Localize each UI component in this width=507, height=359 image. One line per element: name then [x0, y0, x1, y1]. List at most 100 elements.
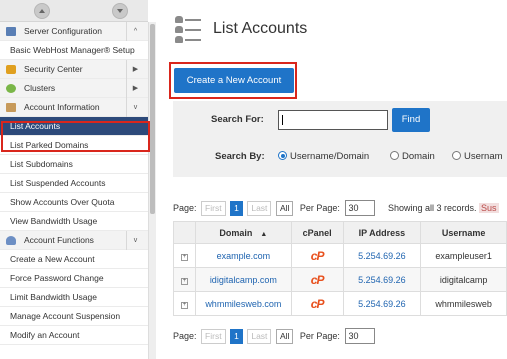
- column-header-ip-address[interactable]: IP Address: [342, 221, 422, 244]
- chevron-up-icon[interactable]: ^: [126, 22, 144, 41]
- ip-address-link[interactable]: 5.254.69.26: [342, 243, 422, 268]
- radio-label: Username/Domain: [290, 151, 370, 162]
- domain-link[interactable]: idigitalcamp.com: [194, 267, 292, 292]
- sidebar-category-clusters[interactable]: Clusters ▶: [0, 79, 148, 98]
- domain-link[interactable]: example.com: [194, 243, 292, 268]
- sidebar-item-label: Limit Bandwidth Usage: [10, 292, 97, 302]
- cluster-icon: [6, 84, 16, 93]
- sidebar-item-limit-bandwidth-usage[interactable]: Limit Bandwidth Usage: [0, 288, 148, 307]
- first-page-button[interactable]: First: [201, 200, 226, 216]
- sidebar-category-server-configuration[interactable]: Server Configuration ^: [0, 22, 148, 41]
- sidebar-item-list-subdomains[interactable]: List Subdomains: [0, 155, 148, 174]
- chevron-right-icon[interactable]: ▶: [126, 79, 144, 98]
- sidebar-item-manage-account-suspension[interactable]: Manage Account Suspension: [0, 307, 148, 326]
- table-header-row: Domain ▲ cPanel IP Address Username: [173, 221, 507, 244]
- sidebar-item-label: List Parked Domains: [10, 140, 89, 150]
- column-header-username[interactable]: Username: [420, 221, 507, 244]
- per-page-input[interactable]: 30: [345, 200, 376, 216]
- per-page-input[interactable]: 30: [345, 328, 376, 344]
- radio-username[interactable]: Usernam: [452, 151, 503, 162]
- sidebar-item-label: Modify an Account: [10, 330, 80, 340]
- user-icon: [6, 236, 16, 245]
- current-page-button[interactable]: 1: [230, 328, 243, 344]
- search-input[interactable]: [278, 110, 388, 130]
- collapse-up-icon[interactable]: [34, 3, 50, 19]
- create-new-account-button[interactable]: Create a New Account: [174, 68, 294, 93]
- username-cell: exampleuser1: [420, 243, 507, 268]
- expand-down-icon[interactable]: [112, 3, 128, 19]
- sort-ascending-icon[interactable]: ▲: [260, 231, 267, 238]
- expand-column-header: [173, 221, 196, 244]
- sidebar-item-label: Basic WebHost Manager® Setup: [10, 45, 135, 55]
- expand-row-icon[interactable]: +: [173, 267, 196, 292]
- pager-bottom: Page: First 1 Last All Per Page: 30: [173, 328, 376, 344]
- table-row: + whmmilesweb.com cP 5.254.69.26 whmmile…: [173, 291, 507, 316]
- radio-username-domain[interactable]: Username/Domain: [278, 151, 369, 162]
- sidebar-item-label: View Bandwidth Usage: [10, 216, 98, 226]
- cpanel-logo-icon[interactable]: cP: [290, 267, 344, 292]
- main-content: List Accounts Create a New Account Searc…: [163, 0, 507, 359]
- chevron-right-icon[interactable]: ▶: [126, 60, 144, 79]
- cpanel-logo-icon[interactable]: cP: [290, 291, 344, 316]
- sidebar-nav: Server Configuration ^ Basic WebHost Man…: [0, 22, 148, 345]
- suspended-filter[interactable]: Sus: [479, 203, 499, 213]
- list-accounts-icon: [175, 16, 201, 46]
- ip-address-link[interactable]: 5.254.69.26: [342, 267, 422, 292]
- radio-domain[interactable]: Domain: [390, 151, 435, 162]
- lock-icon: [6, 65, 16, 74]
- find-button[interactable]: Find: [392, 108, 430, 132]
- sidebar: Server Configuration ^ Basic WebHost Man…: [0, 0, 156, 359]
- sidebar-category-security-center[interactable]: Security Center ▶: [0, 60, 148, 79]
- sidebar-category-account-information[interactable]: Account Information v: [0, 98, 148, 117]
- current-page-button[interactable]: 1: [230, 200, 243, 216]
- all-pages-button[interactable]: All: [275, 200, 294, 216]
- chevron-down-icon[interactable]: v: [126, 98, 144, 117]
- sidebar-item-label: Account Information: [24, 102, 100, 112]
- expand-row-icon[interactable]: +: [173, 291, 196, 316]
- radio-selected-icon: [278, 151, 287, 160]
- chevron-down-icon[interactable]: v: [126, 231, 144, 250]
- sidebar-item-list-suspended-accounts[interactable]: List Suspended Accounts: [0, 174, 148, 193]
- all-pages-button[interactable]: All: [275, 328, 294, 344]
- sidebar-item-label: Account Functions: [24, 235, 94, 245]
- record-count: Showing all 3 records.: [387, 203, 477, 213]
- search-panel: Search For: Find Search By: Username/Dom…: [173, 101, 507, 177]
- sidebar-item-show-accounts-over-quota[interactable]: Show Accounts Over Quota: [0, 193, 148, 212]
- radio-label: Domain: [402, 151, 435, 162]
- radio-unselected-icon: [452, 151, 461, 160]
- sidebar-item-list-parked-domains[interactable]: List Parked Domains: [0, 136, 148, 155]
- column-header-cpanel[interactable]: cPanel: [290, 221, 344, 244]
- search-by-label: Search By:: [215, 151, 265, 162]
- sidebar-item-label: List Accounts: [10, 121, 61, 131]
- first-page-button[interactable]: First: [201, 328, 226, 344]
- sidebar-item-label: List Suspended Accounts: [10, 178, 106, 188]
- sidebar-scrollbar[interactable]: [148, 22, 156, 359]
- column-header-domain[interactable]: Domain ▲: [194, 221, 292, 244]
- table-row: + idigitalcamp.com cP 5.254.69.26 idigit…: [173, 267, 507, 292]
- sidebar-item-view-bandwidth-usage[interactable]: View Bandwidth Usage: [0, 212, 148, 231]
- username-cell: whmmilesweb: [420, 291, 507, 316]
- sidebar-item-label: Manage Account Suspension: [10, 311, 121, 321]
- per-page-label: Per Page:: [299, 331, 340, 341]
- sidebar-item-modify-account[interactable]: Modify an Account: [0, 326, 148, 345]
- cpanel-logo-icon[interactable]: cP: [290, 243, 344, 268]
- sidebar-item-force-password-change[interactable]: Force Password Change: [0, 269, 148, 288]
- table-row: + example.com cP 5.254.69.26 exampleuser…: [173, 243, 507, 268]
- sidebar-item-create-new-account[interactable]: Create a New Account: [0, 250, 148, 269]
- page-title: List Accounts: [213, 20, 308, 37]
- page-label: Page:: [173, 331, 197, 341]
- sidebar-category-account-functions[interactable]: Account Functions v: [0, 231, 148, 250]
- search-for-label: Search For:: [211, 114, 264, 125]
- expand-row-icon[interactable]: +: [173, 243, 196, 268]
- domain-link[interactable]: whmmilesweb.com: [194, 291, 292, 316]
- ip-address-link[interactable]: 5.254.69.26: [342, 291, 422, 316]
- scrollbar-thumb[interactable]: [150, 24, 155, 214]
- last-page-button[interactable]: Last: [247, 328, 272, 344]
- sidebar-item-list-accounts[interactable]: List Accounts: [0, 117, 148, 136]
- sidebar-toolbar: [0, 0, 148, 22]
- per-page-label: Per Page:: [299, 203, 340, 213]
- sidebar-item-label: Show Accounts Over Quota: [10, 197, 115, 207]
- sidebar-item-basic-setup[interactable]: Basic WebHost Manager® Setup: [0, 41, 148, 60]
- sidebar-item-label: Security Center: [24, 64, 83, 74]
- last-page-button[interactable]: Last: [247, 200, 272, 216]
